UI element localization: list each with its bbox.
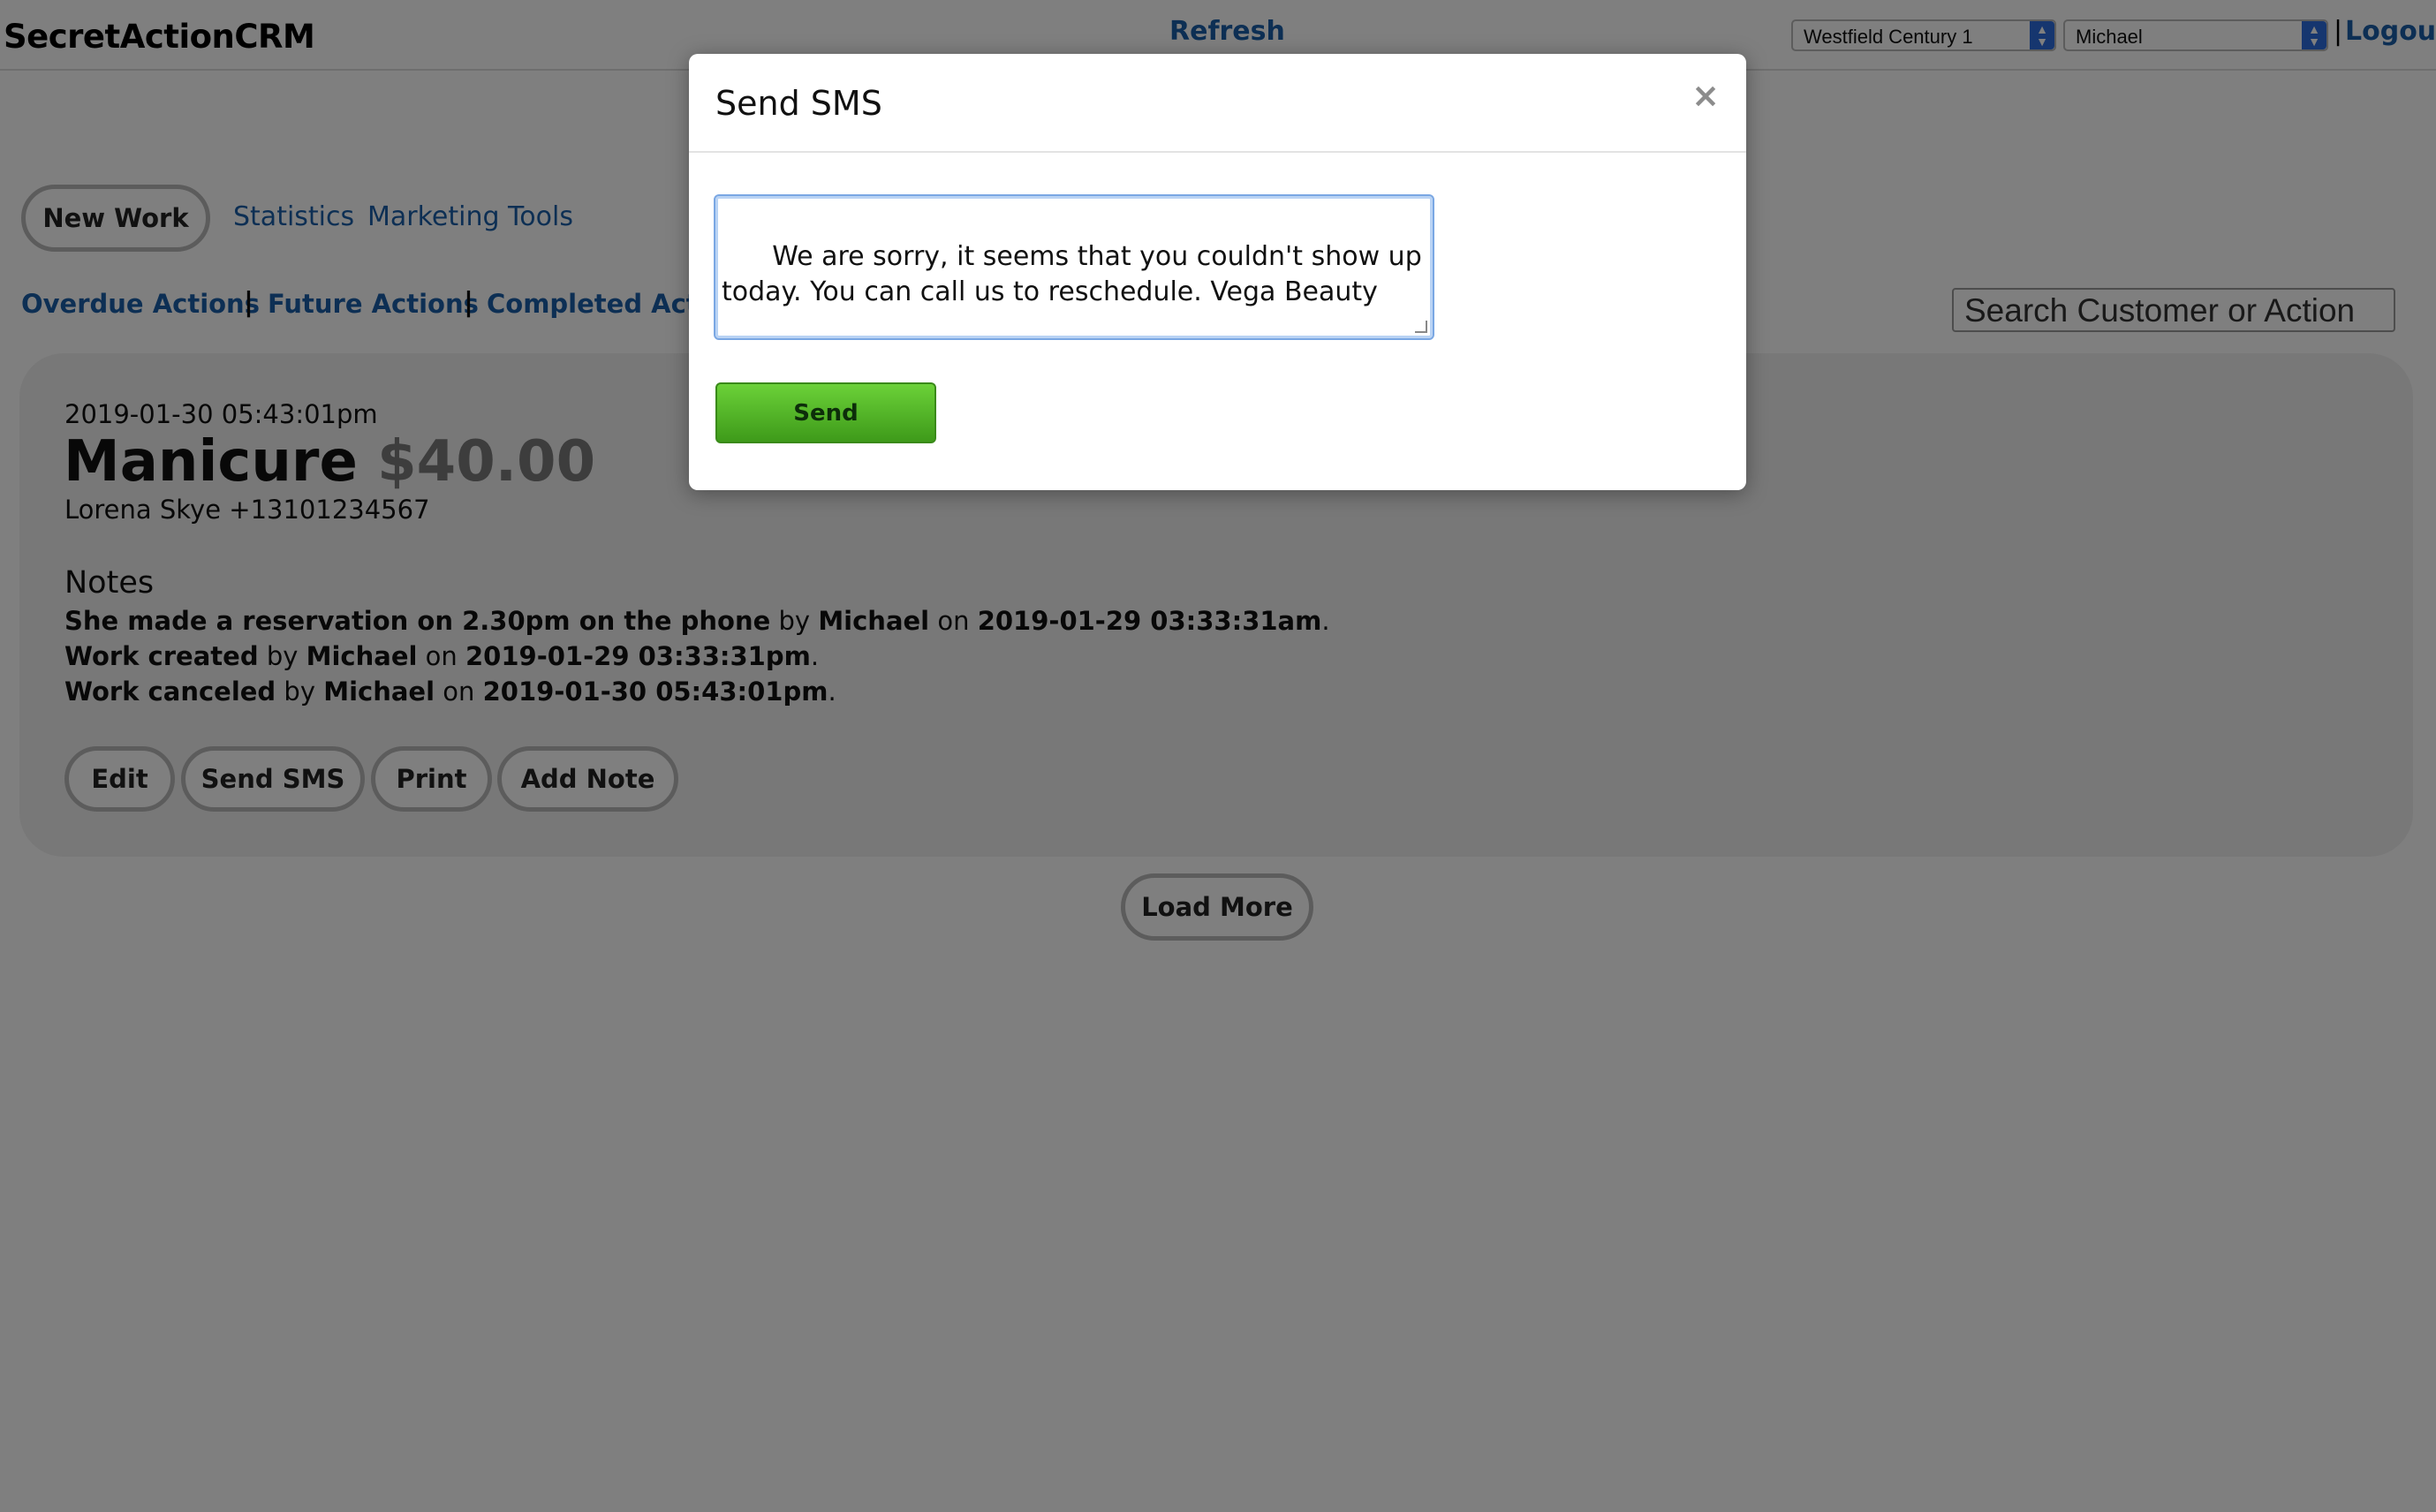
resize-handle-icon[interactable] [1415,321,1427,333]
modal-title: Send SMS [715,84,882,123]
modal-divider [689,151,1746,153]
sms-message-text: We are sorry, it seems that you couldn't… [722,241,1431,307]
app-root: SecretActionCRM Refresh Westfield Centur… [0,0,2436,1512]
sms-message-textarea[interactable]: We are sorry, it seems that you couldn't… [714,194,1434,340]
close-icon[interactable]: × [1691,79,1720,112]
send-button[interactable]: Send [715,382,936,443]
send-sms-modal: Send SMS × We are sorry, it seems that y… [689,54,1746,490]
